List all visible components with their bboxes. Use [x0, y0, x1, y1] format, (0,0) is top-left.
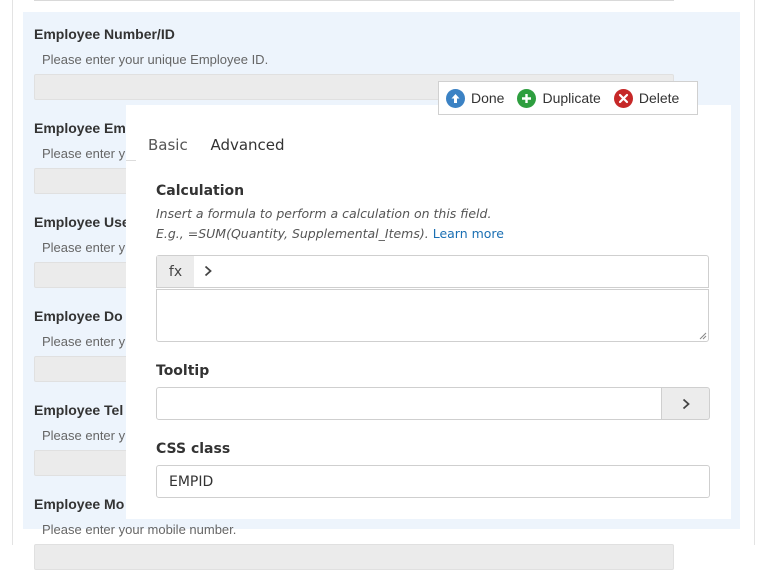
- done-button[interactable]: Done: [446, 88, 505, 108]
- tab-advanced[interactable]: Advanced: [203, 136, 292, 163]
- calculation-label: Calculation: [156, 183, 245, 199]
- tooltip-insert-button[interactable]: [661, 387, 710, 420]
- chevron-right-icon: [682, 398, 690, 409]
- field-help-text: Please enter your mobile number.: [42, 522, 237, 537]
- fx-function-button[interactable]: fx: [157, 256, 194, 287]
- tooltip-input[interactable]: [156, 387, 662, 420]
- tooltip-label: Tooltip: [156, 363, 210, 379]
- css-class-label: CSS class: [156, 441, 231, 457]
- previous-field-input-edge: [34, 0, 674, 1]
- plus-circle-icon: [517, 88, 537, 108]
- advanced-settings-body: Calculation Insert a formula to perform …: [136, 160, 731, 519]
- field-input[interactable]: [34, 544, 674, 570]
- field-actions-toolbar: Done Duplicate Delete: [438, 81, 698, 115]
- calculation-description: Insert a formula to perform a calculatio…: [156, 204, 504, 244]
- field-help-text: Please enter your unique Employee ID.: [42, 52, 269, 67]
- calculation-desc-line1: Insert a formula to perform a calculatio…: [156, 206, 492, 221]
- formula-toolbar: fx: [156, 255, 709, 288]
- arrow-up-circle-icon: [446, 88, 465, 108]
- field-settings-panel: Basic Advanced Calculation Insert a form…: [126, 105, 731, 519]
- delete-label: Delete: [638, 90, 680, 106]
- formula-textarea[interactable]: [156, 289, 709, 342]
- settings-tabs: Basic Advanced: [126, 131, 731, 163]
- learn-more-link[interactable]: Learn more: [433, 226, 504, 241]
- chevron-right-icon[interactable]: [203, 264, 213, 280]
- tab-basic[interactable]: Basic: [148, 136, 188, 154]
- duplicate-button[interactable]: Duplicate: [517, 88, 601, 108]
- delete-button[interactable]: Delete: [613, 88, 680, 108]
- calculation-desc-line2: E.g., =SUM(Quantity, Supplemental_Items)…: [156, 226, 429, 241]
- css-class-input[interactable]: EMPID: [156, 465, 710, 498]
- duplicate-label: Duplicate: [542, 90, 601, 106]
- calculation-desc-line2-wrap: E.g., =SUM(Quantity, Supplemental_Items)…: [156, 224, 504, 244]
- done-label: Done: [471, 90, 505, 106]
- field-label: Employee Number/ID: [34, 26, 175, 42]
- close-circle-icon: [613, 88, 633, 108]
